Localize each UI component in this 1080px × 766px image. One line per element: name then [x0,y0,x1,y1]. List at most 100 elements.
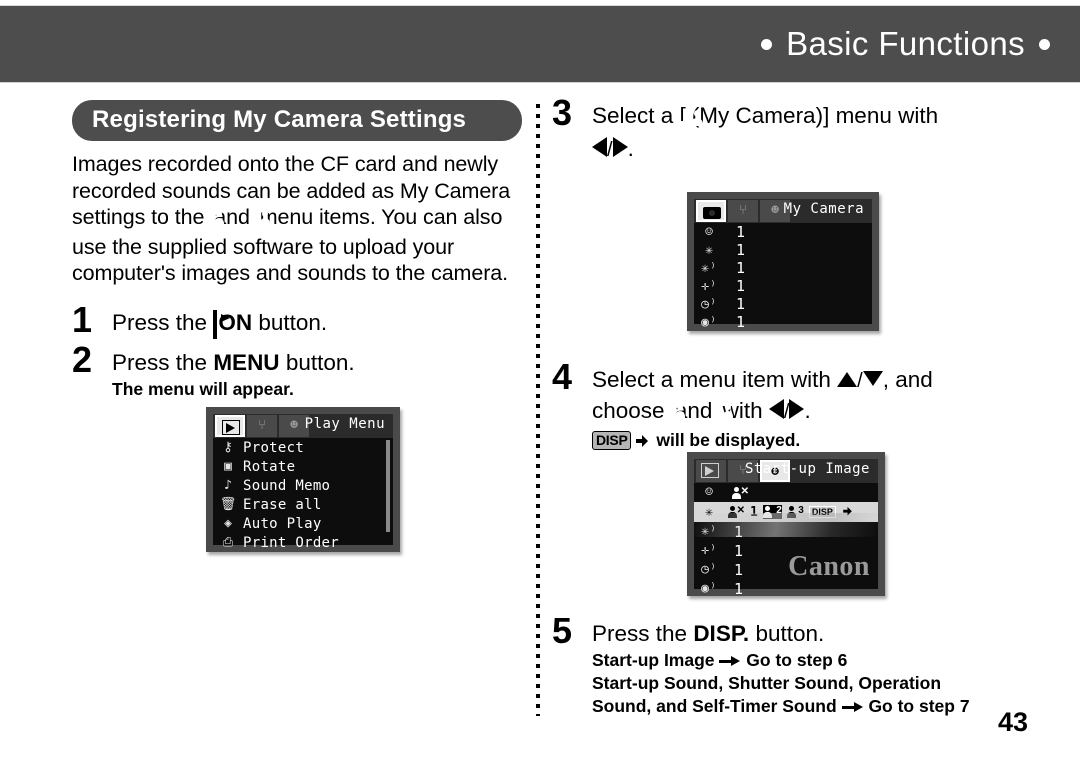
autoplay-icon: ◈ [224,516,232,531]
step-2-subtext: The menu will appear. [112,378,294,399]
my-camera-set-icon: ✕ [732,486,749,500]
step-3-text: Select a [(My Camera)] menu with /. [592,103,939,161]
arrow-right-icon [841,701,864,713]
step-2-text-before: Press the [112,349,208,375]
menu-item-protect-label: Protect [243,439,305,456]
step-4-subtext: DISP will be displayed. [592,429,933,451]
disp-button-icon: DISP [592,431,632,450]
step-2: 2 Press the MENU button. The menu will a… [72,341,527,400]
rotate-icon: ▣ [224,459,232,474]
step-5-subtext-line-1: Start-up Image Go to step 6 [592,649,970,671]
step-1: 1 Press the ON button. [72,301,527,339]
menu-item-protect[interactable]: ⚷ Protect [213,438,393,457]
intro-text-part-2: and [214,205,250,229]
step-2-bold-word: MENU [213,349,280,375]
down-arrow-icon [862,371,883,386]
step-4: 4 Select a menu item with /, and choose … [552,356,1030,451]
step-4-number: 4 [552,356,573,397]
step-4-subtext-label: will be displayed. [656,430,801,450]
setup-tab[interactable]: ⑂ [247,415,277,437]
canon-watermark: Canon [788,551,870,582]
play-menu-screenshot: ⑂ ☻ Play Menu ⚷ Protect ▣ Rotate ♪ Sound… [206,407,400,552]
row-startup-sound-value: 1 [736,259,746,277]
menu-item-sound-memo[interactable]: ♪ Sound Memo [213,476,393,495]
step-2-text: Press the MENU button. [112,348,355,377]
trash-icon: 🗑 [219,497,237,512]
row-operation-sound[interactable]: ✛⁾ 1 [694,277,872,295]
startup-sound-icon: ✳⁾ [701,260,717,276]
menu-item-print-order-label: Print Order [243,534,340,551]
column-divider [536,104,540,716]
startup-image-label: Start-up Image [592,650,715,670]
row-selftimer-sound-value: 1 [736,295,746,313]
row-selftimer-sound[interactable]: ◷⁾ 1 [694,295,872,313]
my-camera-title: My Camera [783,201,864,217]
menu-item-auto-play-label: Auto Play [243,515,322,532]
step-4-period: . [804,398,811,423]
row-shutter-sound-value: 1 [734,579,744,598]
play-menu-items: ⚷ Protect ▣ Rotate ♪ Sound Memo 🗑 Erase … [213,438,393,552]
page-header-title: Basic Functions [761,25,1050,63]
startup-image-icon: ✳ [705,242,713,258]
page-header-band: Basic Functions [0,5,1080,83]
menu-item-print-order[interactable]: ⎙ Print Order [213,533,393,552]
menu-item-rotate-label: Rotate [243,458,296,475]
row-theme[interactable]: ☺ 1 [694,223,872,241]
camera-tab[interactable] [696,200,726,222]
row-shutter-sound[interactable]: ◉⁾ 1 [694,313,872,331]
my-camera-rows: ☺ 1 ✳ 1 ✳⁾ 1 ✛⁾ 1 ◷⁾ 1 ◉⁾ 1 [694,223,872,331]
row-startup-sound[interactable]: ✳⁾ 1 [694,259,872,277]
play-menu-scrollbar[interactable] [386,440,390,532]
header-title-text: Basic Functions [786,25,1025,62]
row-theme[interactable]: ☺ ✕ [694,483,878,502]
sound-list-label: Start-up Sound, Shutter Sound, Operation [592,673,942,693]
menu-item-rotate[interactable]: ▣ Rotate [213,457,393,476]
step-5: 5 Press the DISP. button. Start-up Image… [552,610,1030,717]
row-operation-sound-value: 1 [734,541,744,560]
step-1-text-after: button. [258,309,328,335]
theme-icon: ☺ [705,224,713,240]
row-startup-image[interactable]: ✳ 1 [694,241,872,259]
menu-item-erase-all-label: Erase all [243,496,322,513]
printer-icon: ⎙ [222,535,234,550]
startup-image-screenshot: ⑂ ☻ Start-up Image ☺ ✕ ✳ ✕ 1 2 3 DISP ✛⁾… [687,452,885,598]
right-column: 3 Select a [(My Camera)] menu with /. ⑂ … [552,95,1030,717]
play-menu-tabs: ⑂ ☻ Play Menu [213,414,393,438]
microphone-icon: ♪ [224,478,232,493]
key-icon: ⚷ [223,440,233,455]
playback-tab[interactable] [696,460,726,482]
menu-item-sound-memo-label: Sound Memo [243,477,331,494]
row-shutter-sound-value: 1 [736,313,746,331]
row-startup-image-value: 1 [736,241,746,259]
selftimer-sound-icon: ◷⁾ [701,562,717,577]
step-5-bold-word: DISP. [693,621,750,646]
operation-sound-icon: ✛⁾ [701,278,717,294]
step-4-text-part-2: , and [882,367,933,392]
goto-step-7-label: Go to step 7 [868,696,970,716]
right-arrow-icon [612,137,628,157]
step-3-period: . [627,136,634,161]
row-theme-value: 1 [736,223,746,241]
step-5-text-before: Press the [592,621,688,646]
left-column: Registering My Camera Settings Images re… [72,100,527,552]
step-1-text: Press the ON button. [112,308,327,339]
step-5-number: 5 [552,610,573,651]
row-selftimer-sound-value: 1 [734,560,744,579]
right-arrow-icon [789,399,805,419]
menu-item-erase-all[interactable]: 🗑 Erase all [213,495,393,514]
step-4-text-part-1: Select a menu item with [592,367,831,392]
play-menu-title: Play Menu [304,416,385,432]
setup-tab[interactable]: ⑂ [728,200,758,222]
menu-item-auto-play[interactable]: ◈ Auto Play [213,514,393,533]
shutter-sound-icon: ◉⁾ [701,314,717,330]
step-5-subtext-line-2: Start-up Sound, Shutter Sound, Operation [592,672,970,694]
bullet-left-icon [761,38,773,50]
up-arrow-icon [837,372,858,387]
arrow-right-icon [719,655,741,667]
step-5-subtext-line-3: Sound, and Self-Timer Sound Go to step 7 [592,695,970,717]
playback-on-icon [213,309,218,339]
theme-icon: ☺ [705,485,713,500]
step-2-text-after: button. [285,349,355,375]
playback-tab[interactable] [215,415,245,437]
step-4-text-part-3: choose [592,398,665,423]
